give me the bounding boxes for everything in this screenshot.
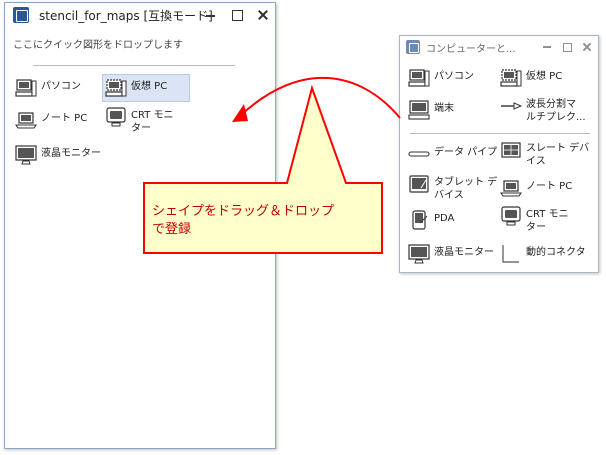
shape-label: PDA <box>434 213 455 224</box>
shape-item-data-pipe[interactable]: データ パイプ <box>408 144 500 164</box>
right-window-title: コンピューターと... <box>426 43 516 55</box>
slate-device-icon <box>501 142 521 158</box>
shape-item-pda[interactable]: PDA <box>408 210 496 230</box>
shape-label: CRT モニ ター <box>131 110 174 134</box>
shape-label: ノート PC <box>526 181 573 192</box>
shape-label: データ パイプ <box>434 147 498 158</box>
shape-item-crt-monitor[interactable]: CRT モニ ター <box>500 206 596 234</box>
minimize-icon[interactable] <box>542 42 552 52</box>
lcd-monitor-icon <box>408 244 430 264</box>
shape-item-lcd-monitor[interactable]: 液晶モニター <box>408 244 502 264</box>
shape-item-tablet[interactable]: タブレット デ バイス <box>408 174 500 202</box>
visio-app-icon <box>13 7 29 23</box>
dynamic-connector-icon <box>502 245 519 263</box>
shape-item-dynamic-connector[interactable]: 動的コネクタ <box>500 244 596 264</box>
stencil-separator <box>410 133 590 134</box>
pc-icon <box>408 69 430 87</box>
shape-label: 動的コネクタ <box>526 247 586 258</box>
shape-item-slate-device[interactable]: スレート デバ イス <box>500 140 596 168</box>
lcd-monitor-icon <box>15 145 37 165</box>
crt-monitor-icon <box>501 206 521 226</box>
close-icon[interactable] <box>257 9 269 21</box>
shape-item-crt-monitor[interactable]: CRT モニ ター <box>105 107 189 137</box>
screenshot-root: stencil_for_maps [互換モード] ここにクイック図形をドロップし… <box>0 0 606 455</box>
data-pipe-icon <box>408 151 430 157</box>
shape-label: ノート PC <box>41 113 88 124</box>
virtual-pc-icon <box>500 69 522 87</box>
shape-item-laptop[interactable]: ノート PC <box>500 178 594 198</box>
quick-shapes-hint: ここにクイック図形をドロップします <box>13 40 183 51</box>
close-icon[interactable] <box>582 42 592 52</box>
terminal-icon <box>408 100 430 120</box>
shape-label: 波長分割マ ルチプレク... <box>526 99 586 123</box>
quick-shapes-separator <box>33 65 235 66</box>
shape-item-lcd-monitor[interactable]: 液晶モニター <box>15 145 115 169</box>
visio-app-icon <box>406 40 420 54</box>
shape-label: 液晶モニター <box>41 148 101 159</box>
callout-text-line2: で登録 <box>152 222 192 237</box>
tablet-icon <box>409 175 429 193</box>
shape-label: タブレット デ バイス <box>434 177 498 201</box>
shape-item-virtual-pc[interactable]: 仮想 PC <box>500 68 594 88</box>
stencil-window-right: コンピューターと... パソコン 仮想 PC 端末 波長分割マ ルチプレク...… <box>399 35 599 273</box>
laptop-icon <box>500 180 522 197</box>
wdm-icon <box>501 102 522 110</box>
shape-item-laptop[interactable]: ノート PC <box>15 110 99 134</box>
shape-item-wdm[interactable]: 波長分割マ ルチプレク... <box>500 96 596 124</box>
shape-label: 端末 <box>434 103 454 114</box>
shape-label: 仮想 PC <box>131 81 168 92</box>
laptop-icon <box>15 112 37 129</box>
shape-item-pc[interactable]: パソコン <box>15 78 99 102</box>
shape-label: CRT モニ ター <box>526 209 569 233</box>
callout-text-line1: シェイプをドラッグ＆ドロップ <box>152 204 335 219</box>
shape-item-pc[interactable]: パソコン <box>408 68 496 88</box>
shape-label: 仮想 PC <box>526 71 563 82</box>
pda-icon <box>412 210 428 230</box>
pc-icon <box>15 79 37 97</box>
maximize-icon[interactable] <box>562 42 572 52</box>
shape-label: パソコン <box>41 81 81 92</box>
callout-text: シェイプをドラッグ＆ドロップ で登録 <box>152 203 372 239</box>
left-window-title: stencil_for_maps [互換モード] <box>39 8 213 23</box>
right-titlebar[interactable]: コンピューターと... <box>400 36 598 58</box>
left-titlebar[interactable]: stencil_for_maps [互換モード] <box>5 3 275 27</box>
shape-item-terminal[interactable]: 端末 <box>408 100 496 120</box>
shape-item-virtual-pc[interactable]: 仮想 PC <box>102 74 190 102</box>
shape-label: スレート デバ イス <box>526 143 590 167</box>
shape-label: 液晶モニター <box>434 247 494 258</box>
maximize-icon[interactable] <box>231 9 243 21</box>
virtual-pc-icon <box>105 79 127 97</box>
shape-label: パソコン <box>434 71 474 82</box>
crt-monitor-icon <box>106 107 126 127</box>
minimize-icon[interactable] <box>205 9 217 21</box>
